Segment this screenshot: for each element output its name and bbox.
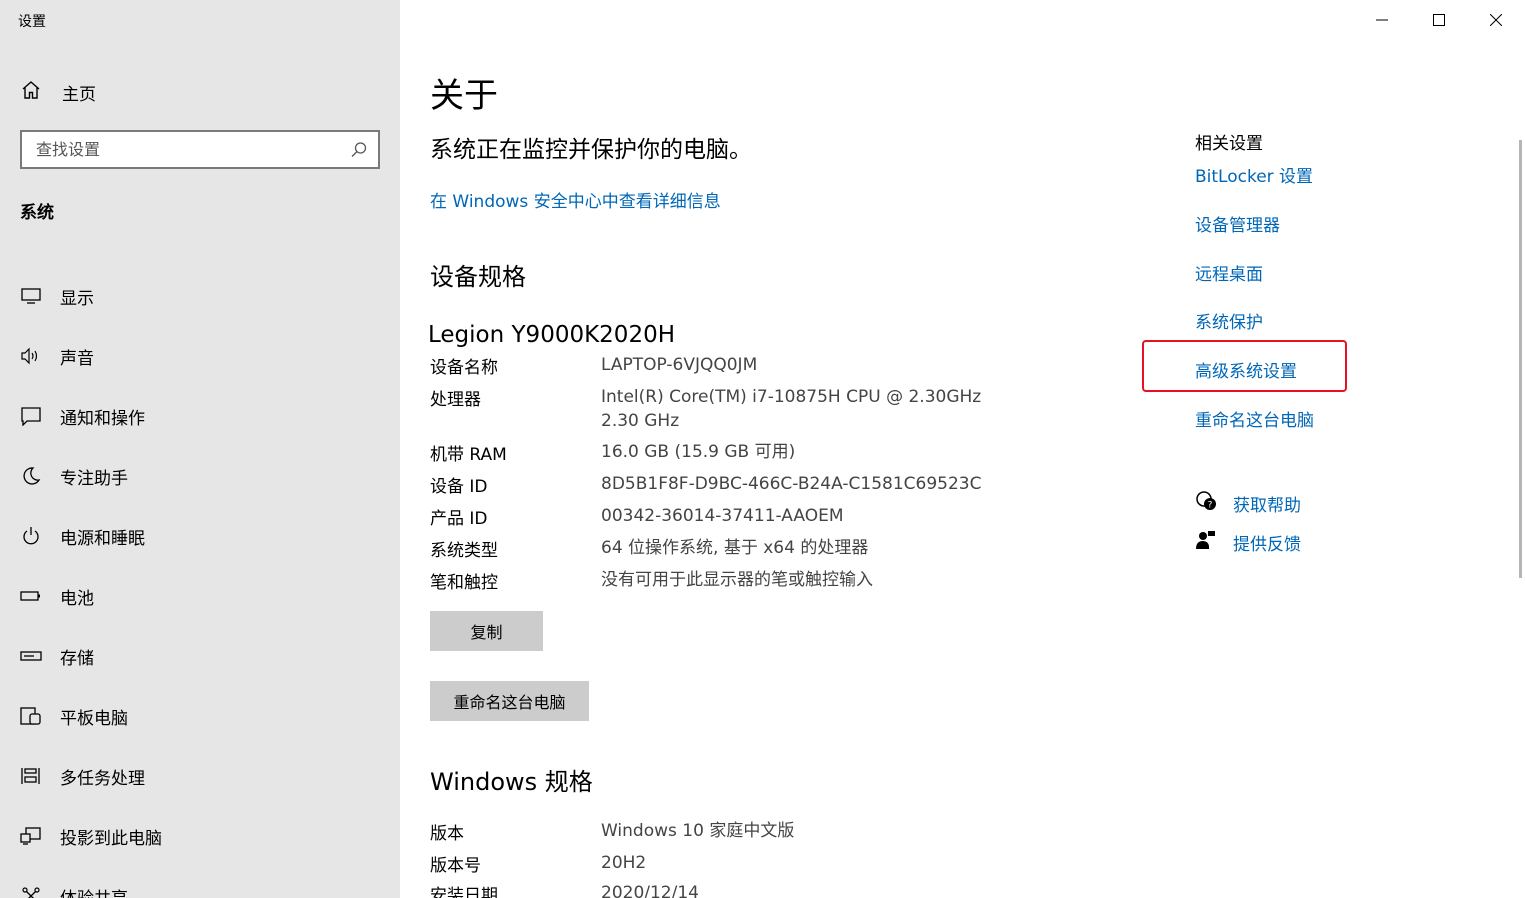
- app-title: 设置: [18, 14, 46, 30]
- close-button[interactable]: [1468, 0, 1524, 40]
- protection-status-text: 系统正在监控并保护你的电脑。: [430, 137, 752, 163]
- spec-key: 处理器: [430, 390, 481, 410]
- spec-key: 版本: [430, 824, 464, 844]
- security-center-link[interactable]: 在 Windows 安全中心中查看详细信息: [430, 187, 721, 212]
- get-help-link[interactable]: 获取帮助: [1233, 491, 1301, 516]
- search-box[interactable]: [20, 130, 380, 169]
- spec-value: 没有可用于此显示器的笔或触控输入: [601, 570, 873, 590]
- scrollbar[interactable]: [1519, 140, 1522, 578]
- sidebar-item-label: 多任务处理: [60, 768, 145, 789]
- bitlocker-settings-link[interactable]: BitLocker 设置: [1195, 162, 1313, 187]
- sidebar-item-sound[interactable]: 声音: [20, 326, 162, 386]
- project-icon: [20, 825, 42, 847]
- sidebar-item-project[interactable]: 投影到此电脑: [20, 806, 162, 866]
- sidebar-item-label: 声音: [60, 348, 94, 369]
- spec-value: 64 位操作系统, 基于 x64 的处理器: [601, 538, 869, 558]
- spec-value: 2020/12/14: [601, 883, 699, 898]
- system-protection-link[interactable]: 系统保护: [1195, 308, 1263, 333]
- spec-value: 16.0 GB (15.9 GB 可用): [601, 442, 796, 462]
- sidebar-item-label: 体验共享: [60, 884, 128, 898]
- display-icon: [20, 285, 42, 307]
- sidebar-item-multitasking[interactable]: 多任务处理: [20, 746, 162, 806]
- sidebar-item-label: 电池: [60, 588, 94, 609]
- close-icon: [1489, 11, 1503, 30]
- spec-key: 设备名称: [430, 358, 498, 378]
- sidebar-item-label: 电源和睡眠: [60, 528, 145, 549]
- sidebar-item-notifications[interactable]: 通知和操作: [20, 386, 162, 446]
- spec-key: 产品 ID: [430, 509, 488, 529]
- spec-key: 版本号: [430, 856, 481, 876]
- sidebar-item-label: 投影到此电脑: [60, 828, 162, 849]
- related-settings-heading: 相关设置: [1195, 134, 1263, 154]
- spec-key: 设备 ID: [430, 477, 488, 497]
- share-icon: [20, 885, 42, 898]
- device-manager-link[interactable]: 设备管理器: [1195, 211, 1280, 236]
- sidebar-item-storage[interactable]: 存储: [20, 626, 162, 686]
- sidebar-item-power-sleep[interactable]: 电源和睡眠: [20, 506, 162, 566]
- maximize-icon: [1433, 11, 1445, 30]
- search-input[interactable]: [22, 132, 332, 167]
- sidebar-item-focus-assist[interactable]: 专注助手: [20, 446, 162, 506]
- spec-value: 8D5B1F8F-D9BC-466C-B24A-C1581C69523C: [601, 474, 982, 494]
- moon-icon: [20, 465, 42, 487]
- svg-text:?: ?: [1208, 501, 1213, 511]
- windows-specs-heading: Windows 规格: [430, 768, 593, 796]
- spec-value: Intel(R) Core(TM) i7-10875H CPU @ 2.30GH…: [601, 387, 982, 431]
- highlight-box: [1142, 340, 1347, 392]
- spec-value: LAPTOP-6VJQQ0JM: [601, 355, 758, 375]
- device-specs-heading: 设备规格: [430, 263, 526, 291]
- minimize-icon: [1376, 11, 1388, 30]
- sidebar-item-label: 通知和操作: [60, 408, 145, 429]
- spec-value: 00342-36014-37411-AAOEM: [601, 506, 844, 526]
- spec-key: 笔和触控: [430, 573, 498, 593]
- spec-key: 机带 RAM: [430, 445, 507, 465]
- spec-value: Windows 10 家庭中文版: [601, 821, 795, 841]
- rename-pc-link[interactable]: 重命名这台电脑: [1195, 406, 1314, 431]
- home-icon: [20, 79, 42, 105]
- battery-icon: [20, 585, 42, 607]
- sidebar-item-label: 存储: [60, 648, 94, 669]
- search-icon[interactable]: [350, 141, 368, 163]
- feedback-link[interactable]: 提供反馈: [1233, 530, 1301, 555]
- spec-key: 系统类型: [430, 541, 498, 561]
- page-title: 关于: [430, 76, 498, 116]
- spec-value: 20H2: [601, 853, 647, 873]
- home-label: 主页: [62, 84, 96, 105]
- sidebar-item-battery[interactable]: 电池: [20, 566, 162, 626]
- rename-pc-button[interactable]: 重命名这台电脑: [430, 681, 589, 721]
- feedback-person-icon: [1195, 529, 1217, 555]
- help-chat-icon: ?: [1195, 490, 1217, 516]
- sidebar-nav: 显示 声音 通知和操作 专注助手 电源和睡眠 电池 存储 平板电脑 多任务处理 …: [20, 266, 162, 898]
- sidebar-item-tablet[interactable]: 平板电脑: [20, 686, 162, 746]
- multitask-icon: [20, 765, 42, 787]
- sidebar-item-shared-experiences[interactable]: 体验共享: [20, 866, 162, 898]
- speaker-icon: [20, 345, 42, 367]
- feedback-row[interactable]: 提供反馈: [1195, 529, 1301, 555]
- section-title-system: 系统: [20, 203, 54, 223]
- spec-key: 安装日期: [430, 886, 498, 898]
- sidebar: 设置 主页 系统 显示 声音 通知和操作 专注助手: [0, 0, 400, 898]
- notification-icon: [20, 405, 42, 427]
- storage-icon: [20, 645, 42, 667]
- sidebar-item-label: 专注助手: [60, 468, 128, 489]
- tablet-icon: [20, 705, 42, 727]
- sidebar-item-label: 平板电脑: [60, 708, 128, 729]
- sidebar-item-display[interactable]: 显示: [20, 266, 162, 326]
- copy-button[interactable]: 复制: [430, 611, 543, 651]
- maximize-button[interactable]: [1411, 0, 1467, 40]
- minimize-button[interactable]: [1354, 0, 1410, 40]
- home-nav-item[interactable]: 主页: [20, 78, 96, 106]
- get-help-row[interactable]: ? 获取帮助: [1195, 490, 1301, 516]
- power-icon: [20, 525, 42, 547]
- device-model-name: Legion Y9000K2020H: [428, 322, 676, 348]
- remote-desktop-link[interactable]: 远程桌面: [1195, 260, 1263, 285]
- sidebar-item-label: 显示: [60, 288, 94, 309]
